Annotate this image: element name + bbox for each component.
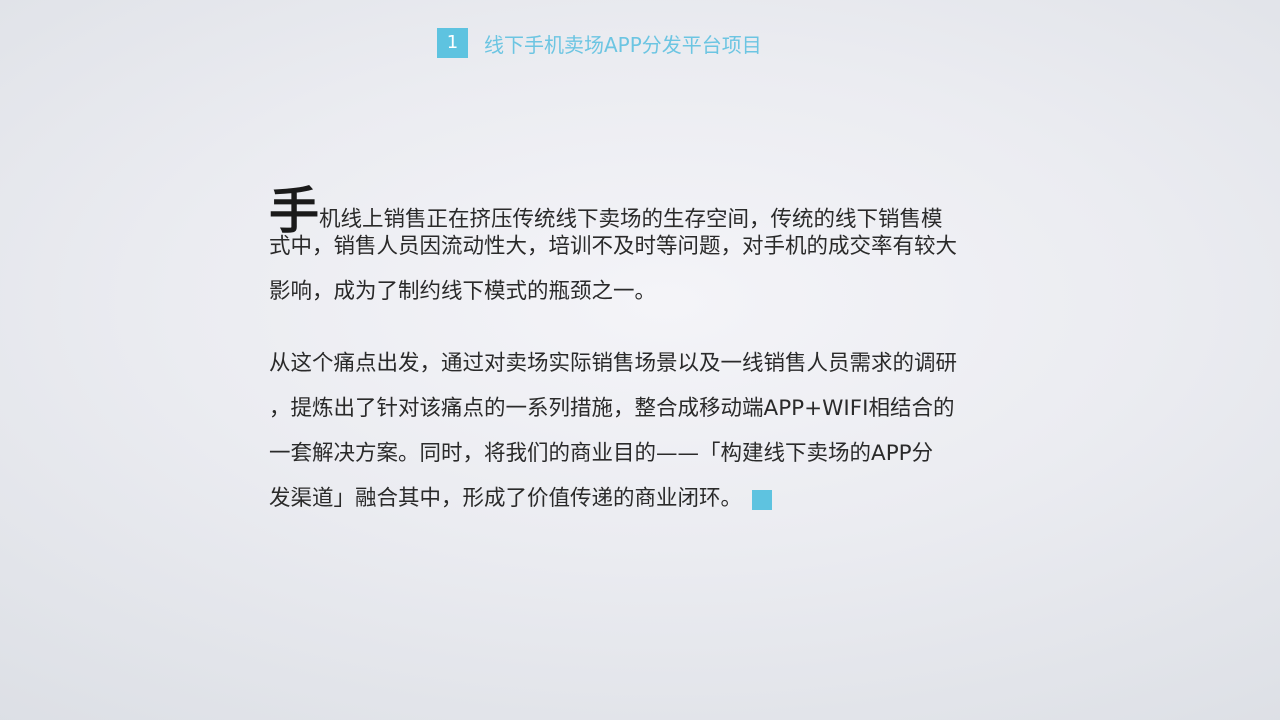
- paragraph-1-line-1: 手机线上销售正在挤压传统线下卖场的生存空间，传统的线下销售模: [269, 186, 943, 236]
- paragraph-2-line-3: 一套解决方案。同时，将我们的商业目的——「构建线下卖场的APP分: [269, 441, 934, 466]
- paragraph-2-line-1: 从这个痛点出发，通过对卖场实际销售场景以及一线销售人员需求的调研: [269, 351, 958, 376]
- section-header: 1 线下手机卖场APP分发平台项目: [437, 28, 762, 58]
- slide: { "header": { "number": "1", "title": "线…: [0, 0, 1280, 720]
- paragraph-1-line-1-text: 机线上销售正在挤压传统线下卖场的生存空间，传统的线下销售模: [319, 207, 943, 232]
- paragraph-1-line-3: 影响，成为了制约线下模式的瓶颈之一。: [269, 279, 657, 304]
- section-number-badge: 1: [437, 28, 468, 58]
- paragraph-2-line-4: 发渠道」融合其中，形成了价值传递的商业闭环。: [269, 484, 773, 514]
- paragraph-2-line-4-text: 发渠道」融合其中，形成了价值传递的商业闭环。: [269, 486, 743, 511]
- section-title: 线下手机卖场APP分发平台项目: [484, 32, 762, 57]
- end-mark-square: [752, 490, 773, 510]
- paragraph-2-line-2: ，提炼出了针对该痛点的一系列措施，整合成移动端APP+WIFI相结合的: [269, 396, 955, 421]
- paragraph-1-line-2: 式中，销售人员因流动性大，培训不及时等问题，对手机的成交率有较大: [269, 234, 958, 259]
